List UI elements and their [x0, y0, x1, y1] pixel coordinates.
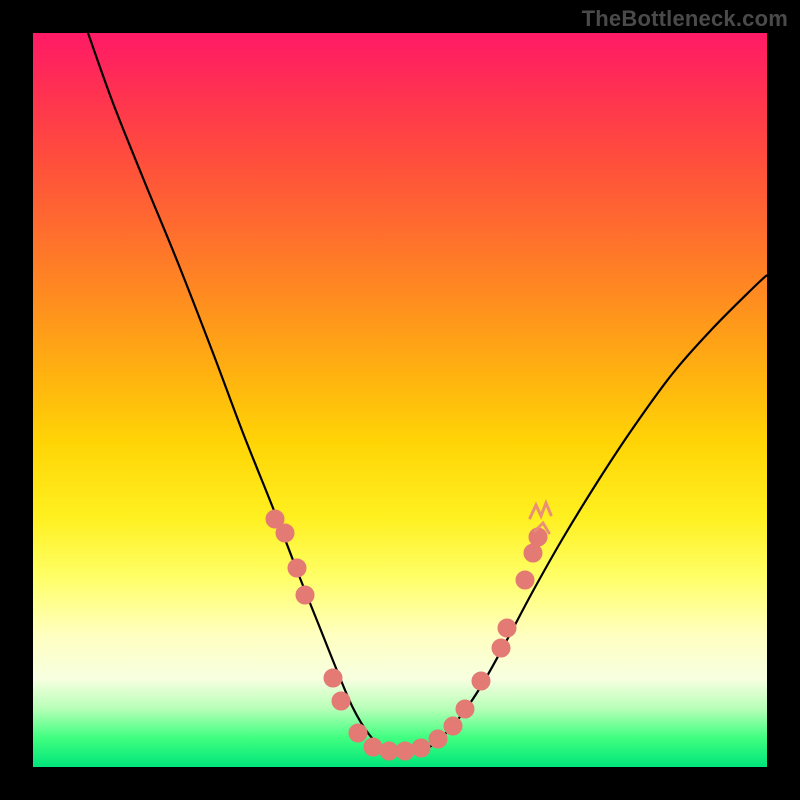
data-dot: [412, 739, 430, 757]
data-dot: [276, 524, 294, 542]
data-dot: [498, 619, 516, 637]
data-dot: [429, 730, 447, 748]
data-dot: [444, 717, 462, 735]
watermark-text: TheBottleneck.com: [582, 6, 788, 32]
data-dot: [524, 544, 542, 562]
data-dot: [288, 559, 306, 577]
data-dot: [396, 742, 414, 760]
bottleneck-curve: [88, 33, 767, 754]
curve-layer: [33, 33, 767, 767]
data-dot: [472, 672, 490, 690]
data-dot: [349, 724, 367, 742]
data-dot: [529, 528, 547, 546]
flame-stroke: [530, 503, 551, 518]
data-dot: [456, 700, 474, 718]
data-dots: [266, 510, 547, 760]
data-dot: [492, 639, 510, 657]
data-dot: [332, 692, 350, 710]
data-dot: [296, 586, 314, 604]
data-dot: [380, 742, 398, 760]
data-dot: [364, 738, 382, 756]
data-dot: [324, 669, 342, 687]
plot-area: [33, 33, 767, 767]
data-dot: [516, 571, 534, 589]
chart-frame: TheBottleneck.com: [0, 0, 800, 800]
